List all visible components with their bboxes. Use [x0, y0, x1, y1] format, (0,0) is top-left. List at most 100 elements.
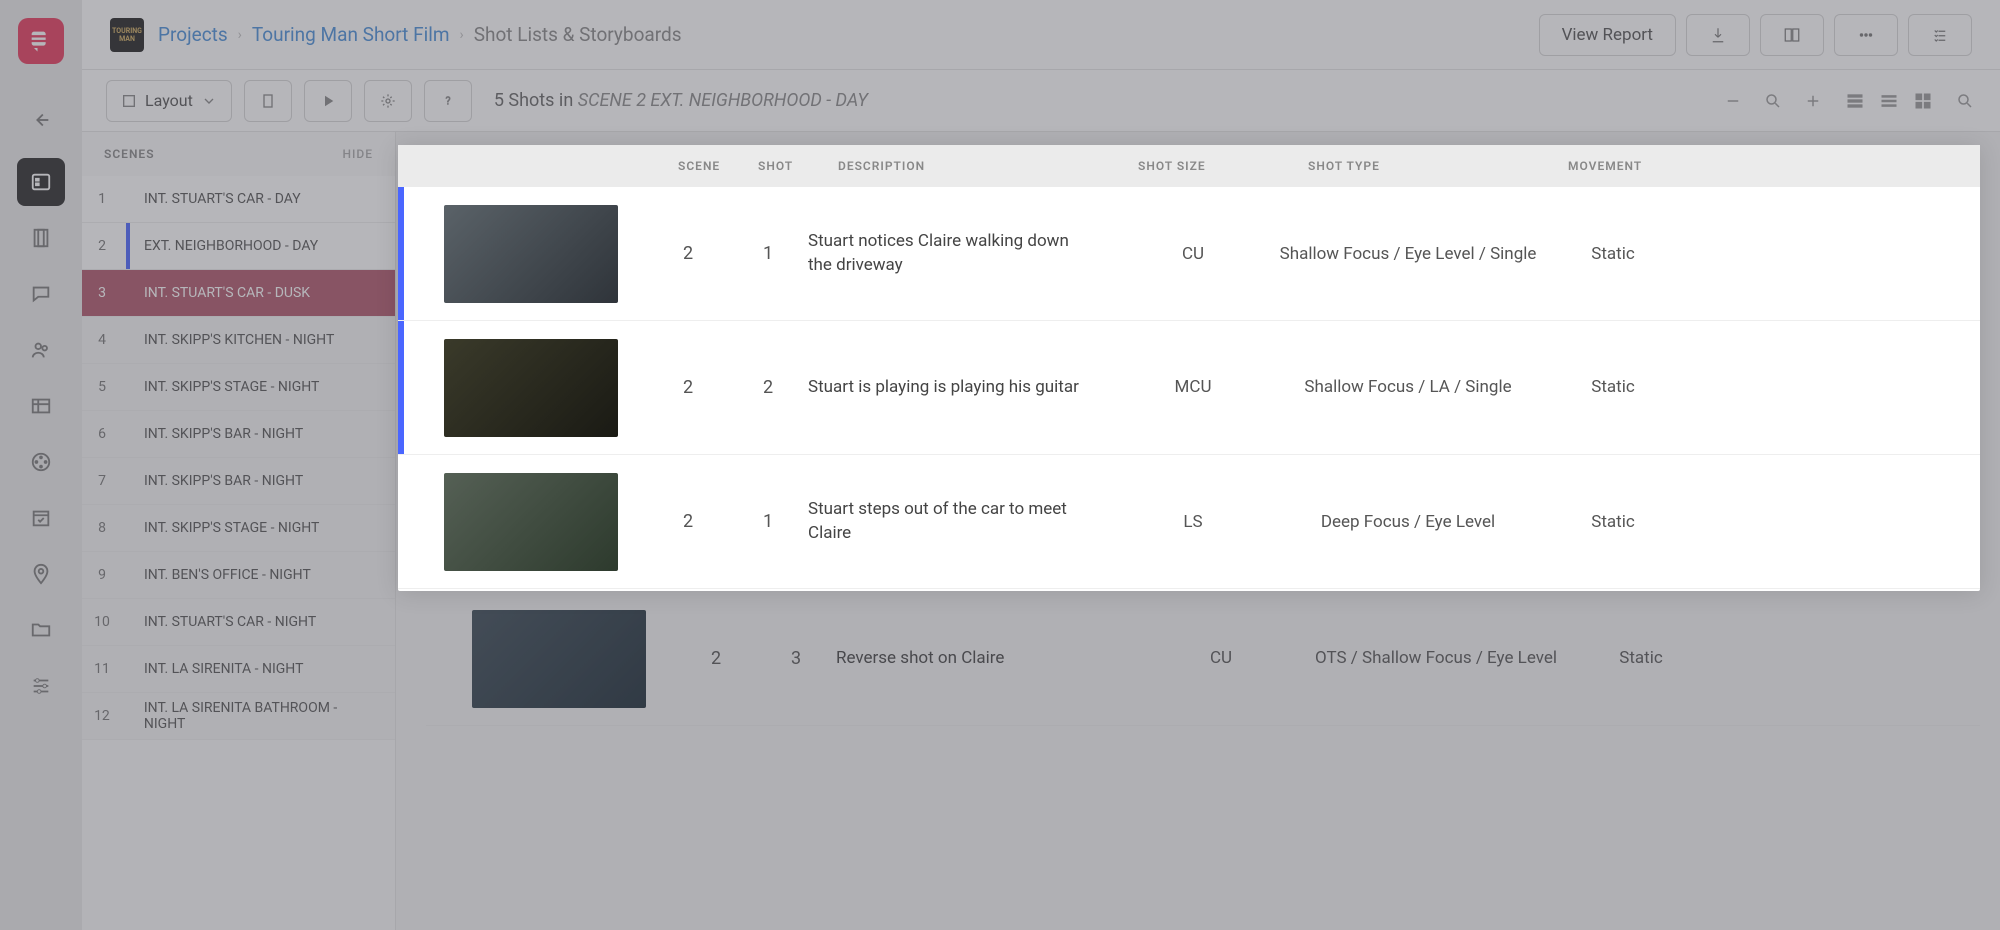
shot-row[interactable]: 2 3 Reverse shot on Claire CU OTS / Shal…	[426, 592, 1980, 726]
breadcrumb-project[interactable]: Touring Man Short Film	[252, 23, 450, 46]
drag-handle-icon[interactable]	[404, 515, 444, 529]
drag-handle-icon[interactable]	[404, 247, 444, 261]
shot-thumbnail[interactable]	[472, 610, 646, 708]
col-shot: SHOT	[758, 159, 838, 173]
cell-description[interactable]: Reverse shot on Claire	[836, 647, 1136, 671]
nav-calendar-icon[interactable]	[17, 494, 65, 542]
cell-shot-size[interactable]: CU	[1136, 648, 1306, 668]
scene-name: INT. SKIPP'S STAGE - NIGHT	[144, 520, 319, 536]
col-movement: MOVEMENT	[1568, 159, 1718, 173]
more-button[interactable]	[1834, 14, 1898, 56]
cell-shot: 1	[728, 511, 808, 532]
nav-location-icon[interactable]	[17, 550, 65, 598]
scene-row[interactable]: 11INT. LA SIRENITA - NIGHT	[82, 646, 395, 693]
page-button[interactable]	[244, 80, 292, 122]
scene-number: 3	[92, 285, 112, 301]
cell-scene: 2	[648, 243, 728, 264]
help-button[interactable]: ?	[424, 80, 472, 122]
checklist-button[interactable]	[1908, 14, 1972, 56]
cell-movement[interactable]: Static	[1566, 648, 1716, 668]
cell-movement[interactable]: Static	[1538, 244, 1688, 264]
play-button[interactable]	[304, 80, 352, 122]
scene-number: 8	[92, 520, 112, 536]
shot-row[interactable]: 2 1 Stuart notices Claire walking down t…	[398, 187, 1980, 321]
export-pdf-button[interactable]	[1686, 14, 1750, 56]
nav-script-icon[interactable]	[17, 214, 65, 262]
cell-description[interactable]: Stuart steps out of the car to meet Clai…	[808, 498, 1108, 546]
view-grid-icon[interactable]	[1910, 90, 1936, 112]
scene-row[interactable]: 3INT. STUART'S CAR - DUSK	[82, 270, 395, 317]
cell-shot-type[interactable]: OTS / Shallow Focus / Eye Level	[1306, 648, 1566, 668]
search-icon[interactable]	[1954, 90, 1976, 112]
breadcrumb: Projects › Touring Man Short Film › Shot…	[158, 23, 682, 46]
scene-row[interactable]: 4 INT. SKIPP'S KITCHEN - NIGHT	[82, 317, 395, 364]
cell-description[interactable]: Stuart notices Claire walking down the d…	[808, 230, 1108, 278]
shot-thumbnail[interactable]	[444, 473, 618, 571]
app-logo[interactable]	[18, 18, 64, 64]
nav-files-icon[interactable]	[17, 606, 65, 654]
scene-row[interactable]: 10INT. STUART'S CAR - NIGHT	[82, 599, 395, 646]
view-rows-icon[interactable]	[1876, 90, 1902, 112]
scene-name: EXT. NEIGHBORHOOD - DAY	[144, 238, 318, 254]
scene-number: 4	[92, 332, 112, 348]
scene-panel-hide[interactable]: HIDE	[342, 147, 373, 161]
scene-row[interactable]: 9INT. BEN'S OFFICE - NIGHT	[82, 552, 395, 599]
chevron-right-icon: ›	[460, 27, 464, 43]
col-scene: SCENE	[678, 159, 758, 173]
back-icon[interactable]	[17, 96, 65, 144]
storyboard-button[interactable]	[1760, 14, 1824, 56]
cell-scene: 2	[648, 377, 728, 398]
shot-row[interactable]: 2 1 Stuart steps out of the car to meet …	[398, 455, 1980, 589]
cell-shot: 2	[728, 377, 808, 398]
scene-name: INT. SKIPP'S KITCHEN - NIGHT	[144, 332, 334, 348]
view-report-button[interactable]: View Report	[1539, 14, 1676, 56]
scene-row[interactable]: 7INT. SKIPP'S BAR - NIGHT	[82, 458, 395, 505]
cell-shot: 1	[728, 243, 808, 264]
nav-shotlist-icon[interactable]	[17, 158, 65, 206]
scene-name: INT. STUART'S CAR - NIGHT	[144, 614, 316, 630]
cell-shot-size[interactable]: CU	[1108, 244, 1278, 264]
left-rail	[0, 0, 82, 930]
gear-button[interactable]	[364, 80, 412, 122]
cell-shot-type[interactable]: Shallow Focus / LA / Single	[1278, 377, 1538, 397]
scene-name: INT. STUART'S CAR - DAY	[144, 191, 301, 207]
zoom-icon[interactable]	[1762, 90, 1784, 112]
zoom-out-icon[interactable]	[1722, 90, 1744, 112]
view-list-icon[interactable]	[1842, 90, 1868, 112]
shot-count: 5 Shots in SCENE 2 EXT. NEIGHBORHOOD - D…	[494, 90, 868, 111]
project-thumbnail[interactable]: TOURING MAN	[110, 18, 144, 52]
layout-button[interactable]: Layout	[106, 80, 232, 122]
scene-row[interactable]: 2EXT. NEIGHBORHOOD - DAY	[82, 223, 395, 270]
shot-thumbnail[interactable]	[444, 205, 618, 303]
zoom-in-icon[interactable]	[1802, 90, 1824, 112]
table-header: SCENE SHOT DESCRIPTION SHOT SIZE SHOT TY…	[398, 145, 1980, 187]
drag-handle-icon[interactable]	[404, 381, 444, 395]
nav-breakdown-icon[interactable]	[17, 382, 65, 430]
scene-row[interactable]: 1 INT. STUART'S CAR - DAY	[82, 176, 395, 223]
shot-thumbnail[interactable]	[444, 339, 618, 437]
cell-movement[interactable]: Static	[1538, 512, 1688, 532]
scene-row[interactable]: 8 INT. SKIPP'S STAGE - NIGHT	[82, 505, 395, 552]
scene-row[interactable]: 5INT. SKIPP'S STAGE - NIGHT	[82, 364, 395, 411]
nav-chat-icon[interactable]	[17, 270, 65, 318]
nav-reel-icon[interactable]	[17, 438, 65, 486]
cell-shot-type[interactable]: Deep Focus / Eye Level	[1278, 512, 1538, 532]
scene-number: 1	[92, 191, 112, 207]
nav-contacts-icon[interactable]	[17, 326, 65, 374]
scene-name: INT. SKIPP'S BAR - NIGHT	[144, 426, 303, 442]
drag-handle-icon[interactable]	[432, 652, 472, 666]
scene-panel: SCENES HIDE 1INT. STUART'S CAR - DAY2EXT…	[82, 132, 396, 930]
scene-row[interactable]: 6INT. SKIPP'S BAR - NIGHT	[82, 411, 395, 458]
breadcrumb-projects[interactable]: Projects	[158, 23, 228, 46]
shot-row[interactable]: 2 2 Stuart is playing is playing his gui…	[398, 321, 1980, 455]
scene-row[interactable]: 12INT. LA SIRENITA BATHROOM - NIGHT	[82, 693, 395, 740]
cell-movement[interactable]: Static	[1538, 377, 1688, 397]
cell-shot-size[interactable]: LS	[1108, 512, 1278, 532]
cell-shot-size[interactable]: MCU	[1108, 377, 1278, 397]
scene-number: 12	[92, 708, 112, 724]
cell-description[interactable]: Stuart is playing is playing his guitar	[808, 376, 1108, 400]
scene-name: INT. LA SIRENITA - NIGHT	[144, 661, 303, 677]
nav-settings-icon[interactable]	[17, 662, 65, 710]
scene-name: INT. BEN'S OFFICE - NIGHT	[144, 567, 311, 583]
cell-shot-type[interactable]: Shallow Focus / Eye Level / Single	[1278, 244, 1538, 264]
